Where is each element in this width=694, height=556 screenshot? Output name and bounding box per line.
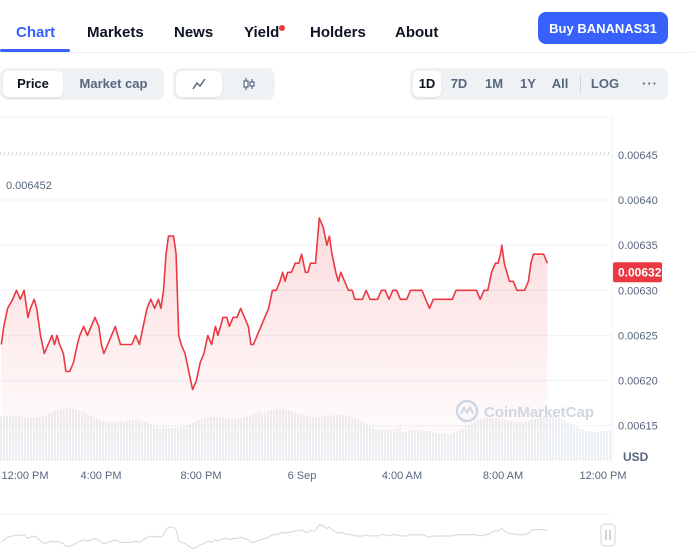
range-navigator[interactable] xyxy=(0,513,616,550)
x-tick-label: 4:00 AM xyxy=(382,470,422,482)
volume-bar xyxy=(567,421,569,460)
volume-bar xyxy=(609,429,611,460)
y-tick-label: 0.00620 xyxy=(618,376,658,388)
y-tick-label: 0.00615 xyxy=(618,421,658,433)
volume-bar xyxy=(561,418,563,460)
watermark-text: CoinMarketCap xyxy=(484,404,594,421)
volume-bar xyxy=(576,426,578,460)
current-price-badge: 0.00632 xyxy=(613,262,662,283)
y-tick-label: 0.00635 xyxy=(618,240,658,252)
x-tick-label: 12:00 PM xyxy=(1,470,48,482)
volume-bar xyxy=(600,431,602,460)
volume-bar xyxy=(555,416,557,460)
y-tick-label: 0.00625 xyxy=(618,330,658,342)
volume-bar xyxy=(597,431,599,460)
x-tick-label: 12:00 PM xyxy=(579,470,626,482)
volume-bar xyxy=(549,416,551,460)
high-price-text: 0.006452 xyxy=(6,180,52,192)
volume-bar xyxy=(579,428,581,460)
volume-bar xyxy=(582,429,584,460)
volume-bar xyxy=(558,417,560,460)
x-tick-label: 8:00 AM xyxy=(483,470,523,482)
volume-bar xyxy=(588,431,590,460)
y-tick-label: 0.00640 xyxy=(618,195,658,207)
volume-bar xyxy=(594,432,596,460)
current-price-text: 0.00632 xyxy=(618,265,662,279)
y-tick-label: 0.00630 xyxy=(618,285,658,297)
volume-bar xyxy=(591,431,593,460)
price-area-fill xyxy=(1,218,548,460)
currency-label: USD xyxy=(623,450,649,464)
volume-bar xyxy=(570,423,572,460)
volume-bar xyxy=(564,420,566,460)
volume-bar xyxy=(573,425,575,460)
navigator-series-line xyxy=(0,523,548,550)
volume-bar xyxy=(603,431,605,460)
x-tick-label: 4:00 PM xyxy=(81,470,122,482)
y-tick-label: 0.00645 xyxy=(618,150,658,162)
price-chart[interactable]: CoinMarketCap 0.006452 0.00645 0.00640 0.0… xyxy=(0,0,694,556)
x-tick-label: 8:00 PM xyxy=(181,470,222,482)
volume-bar xyxy=(552,416,554,460)
navigator-handle[interactable] xyxy=(600,523,616,547)
high-price-label: 0.006452 xyxy=(2,176,62,195)
x-tick-label: 6 Sep xyxy=(288,470,317,482)
volume-bar xyxy=(585,430,587,460)
volume-bar xyxy=(606,430,608,460)
